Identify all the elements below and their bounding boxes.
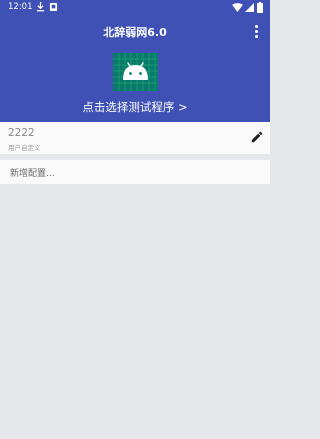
download-icon [36,2,45,12]
status-time: 12:01 [8,2,33,12]
wifi-icon [232,3,243,12]
config-type: 用户自定义 [8,144,41,152]
toolbar-title: 北辞弱网6.0 [103,26,167,39]
shield-icon [49,2,58,12]
add-config-button[interactable]: 新增配置... [0,160,270,184]
pencil-icon[interactable] [250,130,264,144]
battery-icon [257,2,263,13]
add-config-label: 新增配置... [10,169,55,179]
android-icon[interactable] [113,53,158,91]
signal-icon [245,3,254,12]
select-test-app-button[interactable]: 点击选择测试程序 > [0,99,270,115]
config-name: 2222 [8,127,35,139]
app-header: 12:01 北辞弱网6.0 点击选择测试程序 > [0,0,270,122]
status-bar: 12:01 [0,0,270,16]
config-list-item[interactable]: 2222 用户自定义 [0,122,270,154]
more-vert-icon[interactable] [249,22,263,40]
